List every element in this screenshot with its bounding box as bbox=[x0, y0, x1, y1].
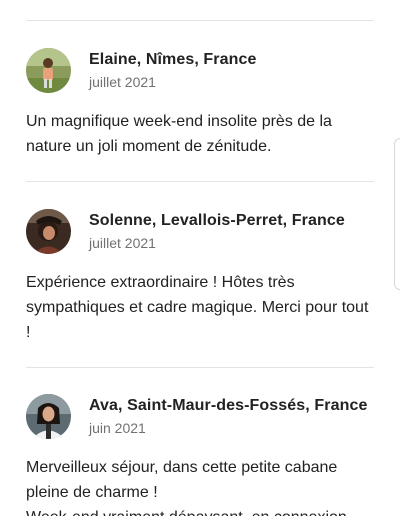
review-text: Expérience extraordinaire ! Hôtes très s… bbox=[26, 274, 369, 341]
avatar-photo-icon bbox=[26, 208, 71, 254]
avatar[interactable] bbox=[26, 393, 71, 439]
divider bbox=[26, 181, 374, 182]
divider bbox=[26, 367, 374, 368]
reviewer-header: Elaine, Nîmes, France juillet 2021 bbox=[26, 47, 374, 93]
reviewer-name: Solenne, Levallois-Perret, France bbox=[89, 211, 345, 229]
review-date: juin 2021 bbox=[89, 419, 146, 436]
review-text: Merveilleux séjour, dans cette petite ca… bbox=[26, 459, 347, 516]
review-item: Solenne, Levallois-Perret, France juille… bbox=[26, 208, 374, 345]
review-item: Elaine, Nîmes, France juillet 2021 Un ma… bbox=[26, 47, 374, 159]
review-text: Un magnifique week-end insolite près de … bbox=[26, 113, 332, 155]
review-item: Ava, Saint-Maur-des-Fossés, France juin … bbox=[26, 393, 374, 516]
reviewer-name: Ava, Saint-Maur-des-Fossés, France bbox=[89, 396, 368, 414]
avatar[interactable] bbox=[26, 47, 71, 93]
reviewer-name: Elaine, Nîmes, France bbox=[89, 50, 257, 68]
reviews-page: Elaine, Nîmes, France juillet 2021 Un ma… bbox=[0, 0, 400, 516]
review-date: juillet 2021 bbox=[89, 73, 156, 90]
reviewer-header: Solenne, Levallois-Perret, France juille… bbox=[26, 208, 374, 254]
avatar[interactable] bbox=[26, 208, 71, 254]
avatar-photo-icon bbox=[26, 47, 71, 93]
reviewer-header: Ava, Saint-Maur-des-Fossés, France juin … bbox=[26, 393, 374, 439]
divider bbox=[26, 20, 374, 21]
scrollbar[interactable] bbox=[394, 138, 400, 290]
avatar-photo-icon bbox=[26, 393, 71, 439]
review-date: juillet 2021 bbox=[89, 234, 156, 251]
